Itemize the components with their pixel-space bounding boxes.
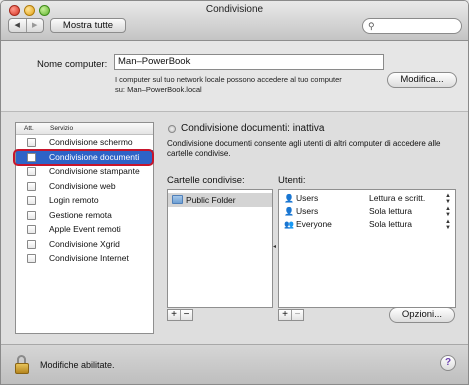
- services-list: Att. Servizio Condivisione schermo Condi…: [13, 122, 154, 334]
- popup-arrows-icon: ▲ ▼: [445, 206, 451, 218]
- add-folder-button[interactable]: +: [168, 310, 180, 320]
- lock-body: [15, 363, 29, 374]
- service-row[interactable]: Login remoto: [16, 193, 153, 208]
- service-row[interactable]: Condivisione stampante: [16, 164, 153, 179]
- service-checkbox[interactable]: [27, 225, 36, 234]
- status-indicator-icon: [168, 125, 176, 133]
- users-add-remove: + −: [278, 309, 304, 321]
- service-label: Gestione remota: [49, 209, 112, 220]
- user-name: Users: [296, 193, 319, 203]
- popup-arrows-icon: ▲ ▼: [445, 193, 451, 205]
- table-row[interactable]: 👥 Everyone Sola lettura ▲ ▼: [279, 218, 455, 231]
- service-description: Condivisione documenti consente agli ute…: [167, 139, 441, 158]
- note-line-2: su: Man–PowerBook.local: [115, 84, 202, 94]
- service-label: Apple Event remoti: [49, 224, 121, 234]
- popup-arrows-icon: ▲ ▼: [445, 219, 451, 231]
- service-checkbox[interactable]: [27, 254, 36, 263]
- edit-name-button[interactable]: Modifica...: [387, 72, 457, 88]
- group-users-icon: 👥: [284, 220, 294, 229]
- window-title: Condivisione: [205, 4, 264, 15]
- service-checkbox[interactable]: [27, 181, 36, 191]
- table-row[interactable]: 👤 Users Sola lettura ▲ ▼: [279, 205, 455, 218]
- table-row[interactable]: 👤 Users Lettura e scritt. ▲ ▼: [279, 192, 455, 205]
- service-row[interactable]: Condivisione web: [16, 179, 153, 194]
- user-name: Users: [296, 206, 319, 216]
- service-row[interactable]: Condivisione Xgrid: [16, 237, 153, 252]
- service-row[interactable]: Gestione remota: [16, 208, 153, 223]
- title-bar: Condivisione ◀ ▶ Mostra tutte ⚲: [1, 1, 468, 41]
- remove-user-button[interactable]: −: [291, 310, 303, 320]
- permission-popup[interactable]: Lettura e scritt.: [369, 192, 425, 205]
- service-row-selected[interactable]: Condivisione documenti: [13, 148, 154, 166]
- header-service[interactable]: Servizio: [50, 123, 73, 134]
- header-on[interactable]: Att.: [24, 123, 34, 134]
- folder-icon: [172, 195, 183, 204]
- folder-name: Public Folder: [186, 195, 236, 205]
- users-label: Utenti:: [278, 175, 306, 186]
- computer-name-panel: Nome computer: Man–PowerBook I computer …: [9, 49, 460, 107]
- forward-arrow-icon[interactable]: ▶: [25, 19, 44, 32]
- add-user-button[interactable]: +: [279, 310, 291, 320]
- folders-add-remove: + −: [167, 309, 193, 321]
- service-checkbox[interactable]: [27, 167, 36, 176]
- service-label: Condivisione stampante: [49, 166, 140, 176]
- service-label: Condivisione Internet: [49, 253, 129, 263]
- service-label: Condivisione web: [49, 180, 116, 191]
- users-list: 👤 Users Lettura e scritt. ▲ ▼ 👤 Users Sol…: [278, 189, 456, 308]
- services-header: Att. Servizio: [16, 123, 153, 135]
- service-checkbox[interactable]: [27, 138, 36, 147]
- service-checkbox[interactable]: [27, 196, 36, 205]
- sharing-status: Condivisione documenti: inattiva: [181, 123, 325, 134]
- permission-popup[interactable]: Sola lettura: [369, 205, 412, 218]
- shared-folders-list: Public Folder: [167, 189, 273, 308]
- help-button[interactable]: ?: [440, 355, 456, 371]
- sharing-main-area: Att. Servizio Condivisione schermo Condi…: [1, 112, 468, 344]
- computer-name-label: Nome computer:: [37, 59, 108, 70]
- bottom-bar: Modifiche abilitate. ?: [1, 344, 468, 384]
- remove-folder-button[interactable]: −: [180, 310, 192, 320]
- single-user-icon: 👤: [284, 207, 294, 216]
- service-checkbox[interactable]: [27, 210, 36, 220]
- lock-status-text: Modifiche abilitate.: [40, 360, 115, 370]
- search-field[interactable]: ⚲: [362, 18, 462, 34]
- service-checkbox[interactable]: [27, 239, 36, 249]
- service-label: Condivisione schermo: [49, 137, 133, 147]
- computer-name-field[interactable]: Man–PowerBook: [114, 54, 384, 70]
- back-arrow-icon[interactable]: ◀: [9, 19, 26, 32]
- note-line-1: I computer sul tuo network locale posson…: [115, 75, 342, 84]
- permission-popup[interactable]: Sola lettura: [369, 218, 412, 231]
- lock-icon[interactable]: [15, 355, 33, 375]
- computer-name-note: I computer sul tuo network locale posson…: [115, 75, 385, 94]
- sharing-window: Condivisione ◀ ▶ Mostra tutte ⚲ Nome com…: [0, 0, 469, 385]
- user-name: Everyone: [296, 219, 332, 229]
- list-item[interactable]: Public Folder: [168, 193, 272, 207]
- service-row[interactable]: Condivisione schermo: [16, 135, 153, 150]
- service-label: Login remoto: [49, 195, 99, 205]
- back-forward-control: ◀ ▶: [8, 18, 44, 33]
- split-handle-icon[interactable]: ◂: [273, 243, 276, 250]
- service-label: Condivisione Xgrid: [49, 238, 120, 249]
- shared-folders-label: Cartelle condivise:: [167, 175, 245, 186]
- service-row[interactable]: Apple Event remoti: [16, 222, 153, 237]
- options-button[interactable]: Opzioni...: [389, 307, 455, 323]
- show-all-button[interactable]: Mostra tutte: [50, 18, 126, 33]
- selection-highlight-ring: [13, 148, 154, 166]
- single-user-icon: 👤: [284, 194, 294, 203]
- service-row[interactable]: Condivisione Internet: [16, 251, 153, 266]
- search-icon: ⚲: [368, 21, 375, 31]
